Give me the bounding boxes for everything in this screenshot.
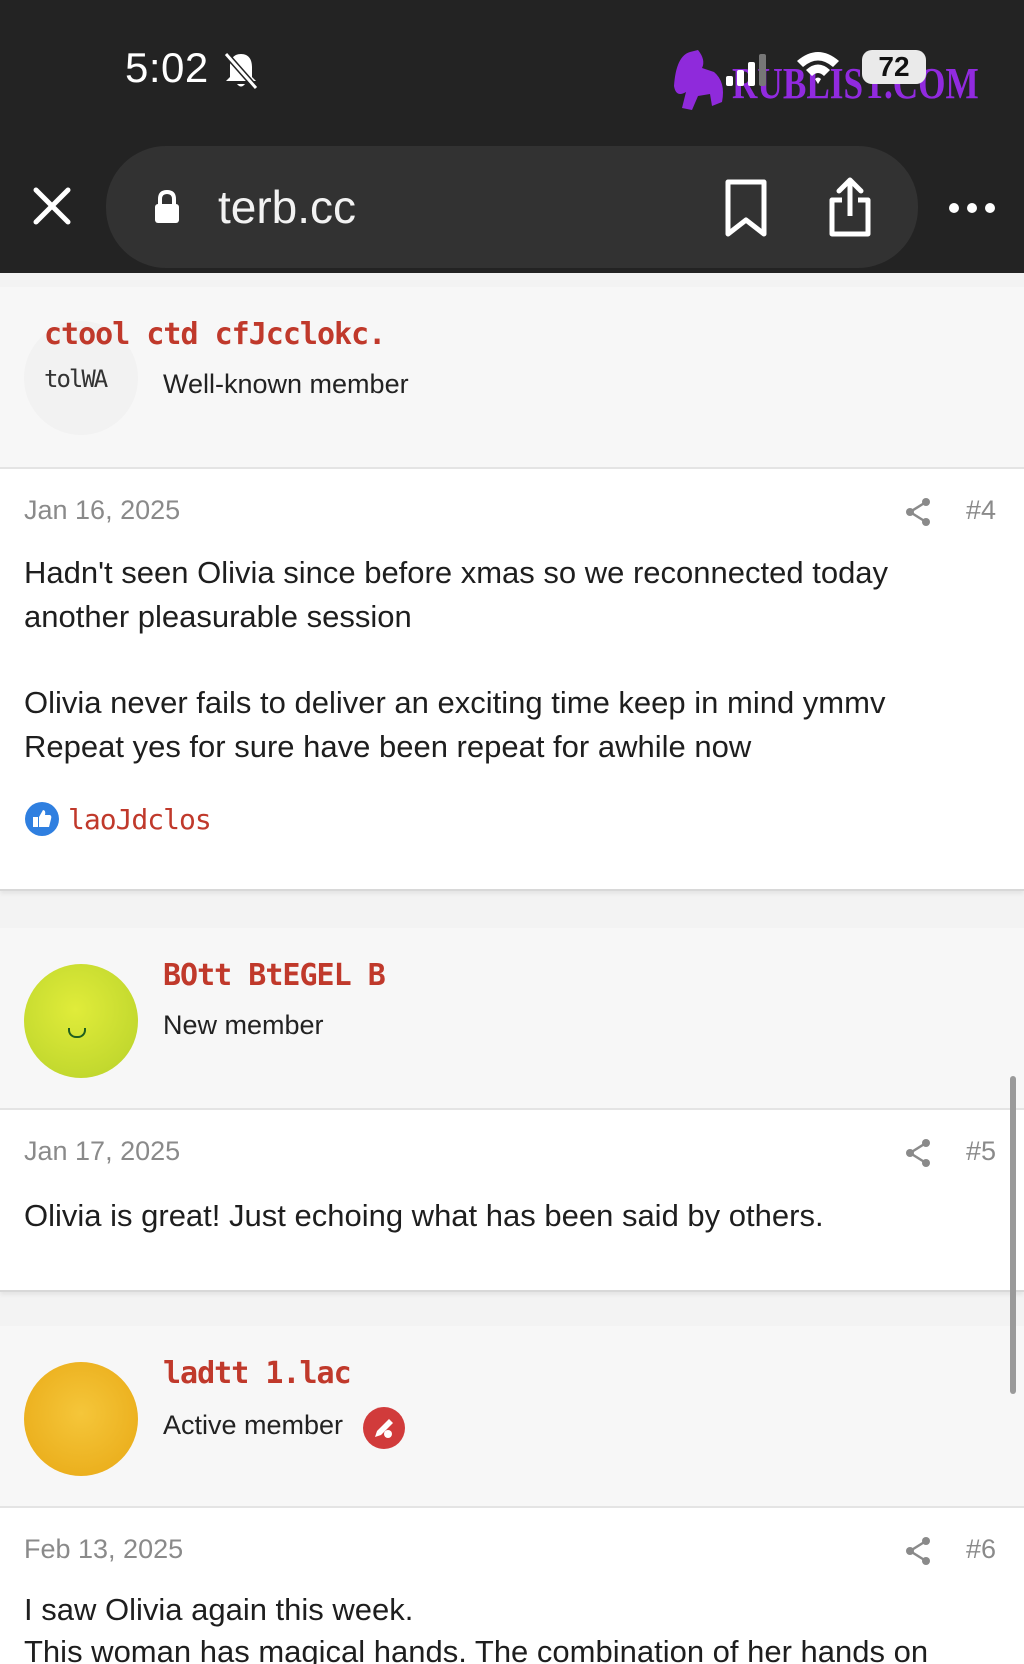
- post-body: Jan 17, 2025 #5 Olivia is great! Just ec…: [0, 1110, 1024, 1292]
- user-title: New member: [163, 1010, 324, 1040]
- pencil-badge-icon[interactable]: [362, 1406, 406, 1450]
- reaction-users[interactable]: laoJdclos: [68, 803, 212, 836]
- post-author-block: tolWA ctool ctd cfJcclokc. Well-known me…: [0, 287, 1024, 469]
- post-number[interactable]: #4: [966, 495, 996, 526]
- post-text-line: Repeat yes for sure have been repeat for…: [24, 729, 752, 764]
- user-title: Well-known member: [163, 369, 409, 399]
- signal-icon: [726, 54, 766, 86]
- post-text-line: Olivia never fails to deliver an excitin…: [24, 685, 886, 720]
- post-author-block: ladtt 1.lac Active member: [0, 1326, 1024, 1508]
- post-text-line: I saw Olivia again this week.: [24, 1592, 414, 1627]
- thumbs-up-icon: [25, 802, 59, 836]
- post-date[interactable]: Jan 16, 2025: [24, 495, 180, 526]
- username-link[interactable]: ladtt 1.lac: [163, 1356, 352, 1391]
- avatar[interactable]: [24, 1362, 138, 1476]
- browser-chrome: 5:02 RUBLIST.COM 72 terb.cc: [0, 0, 1024, 273]
- avatar-initials: tolWA: [44, 365, 108, 393]
- post-date[interactable]: Feb 13, 2025: [24, 1534, 183, 1565]
- post-text-line: Hadn't seen Olivia since before xmas so …: [24, 555, 889, 590]
- more-icon[interactable]: [948, 194, 996, 222]
- avatar[interactable]: [24, 964, 138, 1078]
- reaction-summary[interactable]: laoJdclos: [24, 801, 424, 839]
- lock-icon: [155, 190, 179, 223]
- post-body: Feb 13, 2025 #6 I saw Olivia again this …: [0, 1508, 1024, 1664]
- post-number[interactable]: #5: [966, 1136, 996, 1167]
- address-bar[interactable]: terb.cc: [106, 146, 918, 268]
- avatar-mark: [68, 1028, 86, 1038]
- share-icon[interactable]: [904, 497, 932, 527]
- battery-level: 72: [878, 51, 910, 82]
- post-date[interactable]: Jan 17, 2025: [24, 1136, 180, 1167]
- user-title: Active member: [163, 1410, 344, 1440]
- status-time: 5:02: [125, 44, 209, 91]
- post-number[interactable]: #6: [966, 1534, 996, 1565]
- post-text-line: another pleasurable session: [24, 599, 412, 634]
- url-text[interactable]: terb.cc: [218, 180, 356, 234]
- post-text-line: Olivia is great! Just echoing what has b…: [24, 1198, 824, 1233]
- share-icon[interactable]: [904, 1138, 932, 1168]
- post-author-block: BOtt BtEGEL B New member: [0, 928, 1024, 1110]
- post-body: Jan 16, 2025 #4 Hadn't seen Olivia since…: [0, 469, 1024, 891]
- bell-muted-icon: [223, 52, 259, 90]
- thread-page: tolWA ctool ctd cfJcclokc. Well-known me…: [0, 273, 1024, 1664]
- post-text-line: This woman has magical hands. The combin…: [24, 1634, 929, 1664]
- username-link[interactable]: BOtt BtEGEL B: [163, 958, 386, 993]
- username-link[interactable]: ctool ctd cfJcclokc.: [44, 317, 386, 352]
- battery-indicator: 72: [862, 50, 926, 84]
- close-icon[interactable]: [28, 182, 76, 230]
- scrollbar[interactable]: [1010, 1076, 1016, 1394]
- share-icon[interactable]: [826, 176, 874, 238]
- bookmark-icon[interactable]: [722, 178, 770, 238]
- wifi-icon: [797, 52, 839, 84]
- share-icon[interactable]: [904, 1536, 932, 1566]
